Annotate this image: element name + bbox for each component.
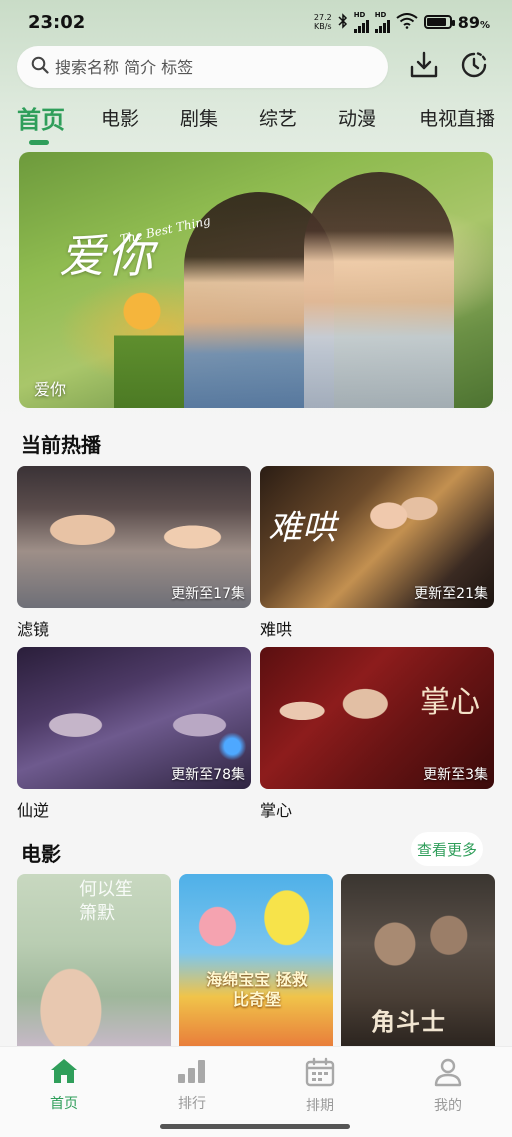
hot-card[interactable]: 掌心 更新至3集 掌心: [260, 647, 494, 821]
episode-badge: 更新至3集: [423, 767, 488, 783]
card-title: 仙逆: [17, 801, 50, 820]
ranking-icon: [177, 1057, 207, 1089]
nav-item-ranking[interactable]: 排行: [152, 1057, 232, 1113]
poster-title-text: 掌心: [420, 685, 480, 720]
hd-label-1: HD: [353, 10, 366, 19]
battery-percent-value: 89: [457, 12, 480, 32]
nav-item-home[interactable]: 首页: [24, 1057, 104, 1113]
history-icon: [458, 49, 490, 85]
signal-2: HD: [374, 10, 390, 33]
movie-poster[interactable]: 角斗士: [341, 874, 495, 1049]
nav-label: 排期: [306, 1098, 334, 1114]
hot-card-image: 更新至17集: [17, 466, 251, 608]
poster-title-text: 角斗士: [371, 1007, 446, 1036]
hot-card-image: 更新至78集: [17, 647, 251, 789]
battery-fill: [426, 18, 447, 26]
search-bar[interactable]: [17, 46, 388, 88]
signal-bars-1-icon: [353, 19, 369, 33]
see-more-button[interactable]: 查看更多: [411, 832, 483, 866]
net-speed: 27.2 KB/s: [314, 13, 332, 31]
poster-title-text: 海绵宝宝 拯救比奇堡: [206, 970, 308, 1009]
home-icon: [49, 1057, 79, 1089]
wifi-icon: [396, 12, 418, 32]
tab-series[interactable]: 剧集: [180, 104, 218, 131]
banner-tulip-image: [114, 287, 184, 408]
episode-badge: 更新至21集: [414, 586, 488, 602]
card-title: 掌心: [260, 801, 293, 820]
status-bar: 23:02 27.2 KB/s HD HD 89%: [0, 0, 512, 44]
download-button[interactable]: [406, 49, 442, 85]
battery-percent-unit: %: [479, 19, 490, 31]
signal-bars-2-icon: [374, 19, 390, 33]
net-speed-value: 27.2: [313, 13, 332, 22]
battery-percent: 89%: [458, 13, 490, 32]
poster-title-text: 难哄: [268, 508, 336, 548]
hot-card-image: 难哄 更新至21集: [260, 466, 494, 608]
nav-item-profile[interactable]: 我的: [408, 1057, 488, 1115]
status-time: 23:02: [28, 11, 86, 33]
search-icon: [31, 56, 49, 78]
featured-banner[interactable]: 爱你 The Best Thing 爱你: [19, 152, 493, 408]
status-icons: 27.2 KB/s HD HD 89%: [314, 10, 490, 33]
home-gesture-bar[interactable]: [160, 1124, 350, 1129]
tab-live-tv[interactable]: 电视直播: [419, 104, 495, 131]
tab-variety[interactable]: 综艺: [259, 104, 297, 131]
hot-card[interactable]: 难哄 更新至21集 难哄: [260, 466, 494, 640]
episode-badge: 更新至78集: [171, 767, 245, 783]
hot-card[interactable]: 更新至17集 滤镜: [17, 466, 251, 640]
category-tabs: 首页 电影 剧集 综艺 动漫 电视直播: [0, 98, 512, 148]
tab-anime[interactable]: 动漫: [338, 104, 376, 131]
battery-icon: [423, 15, 455, 29]
signal-1: HD: [353, 10, 369, 33]
search-input[interactable]: [55, 57, 355, 77]
profile-icon: [433, 1057, 463, 1091]
net-speed-unit: KB/s: [313, 22, 332, 31]
history-button[interactable]: [456, 49, 492, 85]
download-icon: [409, 51, 439, 83]
tab-home[interactable]: 首页: [17, 100, 65, 135]
section-title-movies: 电影: [21, 842, 61, 866]
tab-movies[interactable]: 电影: [101, 104, 139, 131]
hot-card-image: 掌心 更新至3集: [260, 647, 494, 789]
hd-label-2: HD: [374, 10, 387, 19]
poster-title-text: 何以笙箫默: [79, 879, 133, 924]
section-title-hot: 当前热播: [21, 433, 101, 457]
movie-poster[interactable]: 海绵宝宝 拯救比奇堡: [179, 874, 333, 1049]
nav-label: 首页: [50, 1096, 78, 1112]
movie-poster[interactable]: 何以笙箫默: [17, 874, 171, 1049]
calendar-icon: [305, 1057, 335, 1091]
banner-caption: 爱你: [34, 380, 67, 399]
card-title: 难哄: [260, 620, 293, 639]
hot-card[interactable]: 更新至78集 仙逆: [17, 647, 251, 821]
banner-actor-image: [304, 172, 454, 408]
nav-label: 我的: [434, 1098, 462, 1114]
nav-item-schedule[interactable]: 排期: [280, 1057, 360, 1115]
nav-label: 排行: [178, 1096, 206, 1112]
tab-active-indicator: [29, 140, 49, 145]
episode-badge: 更新至17集: [171, 586, 245, 602]
bluetooth-icon: [338, 12, 348, 32]
card-title: 滤镜: [17, 620, 50, 639]
